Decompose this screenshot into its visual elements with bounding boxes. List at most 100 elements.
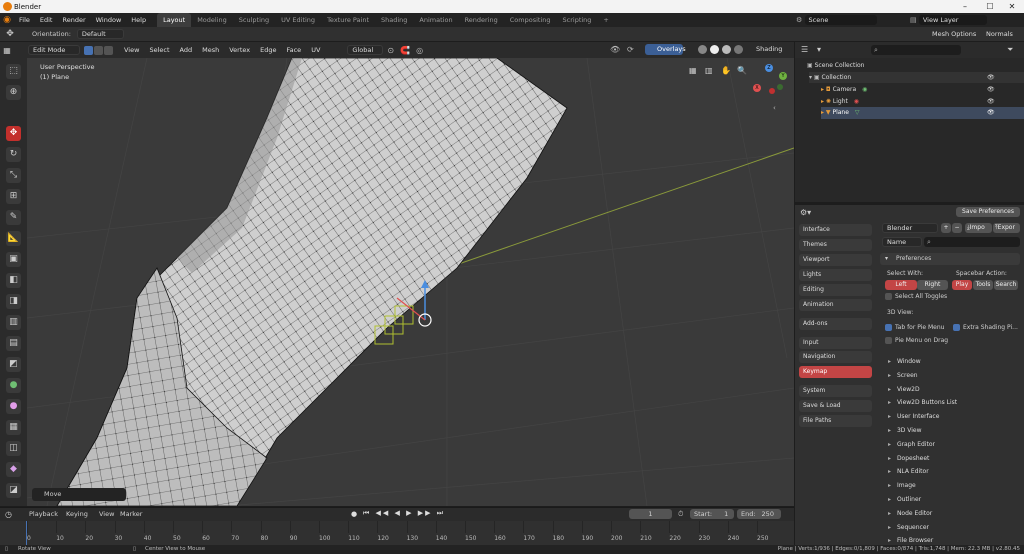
orientation-dropdown[interactable]: Default — [77, 29, 124, 39]
move-tool-button-icon[interactable]: ✥ — [6, 126, 21, 141]
collection-row[interactable]: ▾ ▣ Collection 👁 — [809, 72, 1024, 83]
preview-range-icon[interactable]: ⏱ — [678, 510, 683, 519]
pie-menu-on-drag-checkbox[interactable]: Pie Menu on Drag — [885, 337, 948, 344]
mode-dropdown[interactable]: Edit Mode — [28, 45, 80, 55]
end-frame-field[interactable]: End:250 — [737, 509, 781, 519]
pref-cat-viewport[interactable]: Viewport — [799, 254, 872, 266]
pref-cat-navigation[interactable]: Navigation — [799, 351, 872, 363]
scene-selector[interactable]: ⚙ Scene — [796, 15, 906, 25]
pref-cat-addons[interactable]: Add-ons — [799, 318, 872, 330]
keymap-item[interactable]: ▸ Outliner — [888, 496, 921, 503]
zoom-view-icon[interactable]: 🔍 — [737, 66, 747, 75]
viewport-canvas[interactable] — [27, 58, 794, 506]
shrink-tool-icon[interactable]: ◫ — [6, 441, 21, 456]
select-box-tool-icon[interactable]: ⬚ — [6, 64, 21, 79]
rip-tool-icon[interactable]: ◪ — [6, 483, 21, 498]
editor-type-icon[interactable]: ▦ — [0, 46, 14, 55]
close-button[interactable]: ✕ — [1002, 0, 1022, 13]
tab-texture-paint[interactable]: Texture Paint — [321, 13, 375, 27]
spin-tool-icon[interactable]: ● — [6, 378, 21, 393]
cursor-tool-icon[interactable]: ⊕ — [6, 85, 21, 100]
bevel-tool-icon[interactable]: ◨ — [6, 294, 21, 309]
current-frame-field[interactable]: 1 — [629, 509, 672, 519]
select-left-button[interactable]: Left — [885, 280, 917, 290]
shading-dropdown[interactable]: Shading — [756, 45, 782, 53]
solid-shading-icon[interactable] — [710, 45, 719, 54]
transform-orientation-dropdown[interactable]: Global — [347, 45, 383, 55]
visibility-icon[interactable]: 👁 — [610, 45, 620, 54]
snap-icon[interactable]: 🧲 — [400, 46, 410, 55]
pref-cat-editing[interactable]: Editing — [799, 284, 872, 296]
menu-file[interactable]: File — [14, 13, 35, 27]
transform-tool-icon[interactable]: ⊞ — [6, 189, 21, 204]
keymap-preset-dropdown[interactable]: Blender — [882, 223, 938, 233]
vp-menu-face[interactable]: Face — [281, 43, 306, 57]
keymap-item[interactable]: ▸ NLA Editor — [888, 468, 929, 475]
outliner-search-input[interactable]: ⌕ — [871, 45, 961, 55]
keymap-item[interactable]: ▸ File Browser — [888, 537, 933, 544]
plane-eye-icon[interactable]: 👁 — [987, 107, 995, 119]
tab-shading[interactable]: Shading — [375, 13, 413, 27]
start-frame-field[interactable]: Start:1 — [690, 509, 734, 519]
gizmo-toggle-icon[interactable]: ⟳ — [627, 45, 634, 54]
menu-edit[interactable]: Edit — [35, 13, 58, 27]
material-shading-icon[interactable] — [722, 45, 731, 54]
overlays-toggle[interactable]: Overlays — [645, 44, 683, 55]
outliner-filter-icon[interactable]: ⏷ — [1007, 45, 1013, 55]
blender-menu-icon[interactable]: ◉ — [0, 13, 14, 27]
extra-shading-pie-checkbox[interactable]: Extra Shading Pi... — [953, 324, 1018, 331]
vp-menu-edge[interactable]: Edge — [255, 43, 281, 57]
tab-compositing[interactable]: Compositing — [504, 13, 557, 27]
annotate-tool-icon[interactable]: ✎ — [6, 210, 21, 225]
edge-select-icon[interactable] — [94, 46, 103, 55]
tab-pie-menu-checkbox[interactable]: Tab for Pie Menu — [885, 324, 944, 331]
maximize-button[interactable]: ☐ — [980, 0, 1000, 13]
light-eye-icon[interactable]: 👁 — [987, 96, 995, 107]
remove-preset-icon[interactable]: − — [952, 223, 962, 233]
tab-modeling[interactable]: Modeling — [191, 13, 233, 27]
face-select-icon[interactable] — [104, 46, 113, 55]
scene-name[interactable]: Scene — [805, 15, 877, 25]
timeline-menu-view[interactable]: View — [99, 510, 114, 518]
timeline-menu-playback[interactable]: Playback — [29, 510, 58, 518]
rotate-tool-icon[interactable]: ↻ — [6, 147, 21, 162]
keymap-item[interactable]: ▸ Image — [888, 482, 916, 489]
save-preferences-button[interactable]: Save Preferences — [956, 207, 1020, 217]
view-layer-selector[interactable]: ▤ View Layer — [910, 15, 1022, 25]
timeline-ruler[interactable]: 0102030405060708090100110120130140150160… — [0, 521, 794, 546]
timeline-editor-icon[interactable]: ◷ — [5, 510, 12, 519]
tab-rendering[interactable]: Rendering — [459, 13, 504, 27]
knife-tool-icon[interactable]: ▤ — [6, 336, 21, 351]
pref-cat-interface[interactable]: Interface — [799, 224, 872, 236]
outliner-item-light[interactable]: ▸ ✺ Light ◉ 👁 — [821, 96, 1024, 107]
rendered-shading-icon[interactable] — [734, 45, 743, 54]
tab-layout[interactable]: Layout — [157, 13, 191, 27]
poly-build-tool-icon[interactable]: ◩ — [6, 357, 21, 372]
vp-menu-view[interactable]: View — [119, 43, 144, 57]
pref-cat-lights[interactable]: Lights — [799, 269, 872, 281]
pref-cat-keymap[interactable]: Keymap — [799, 366, 872, 378]
last-operator-panel[interactable]: Move — [32, 488, 126, 501]
grid-view-icon[interactable]: ▥ — [705, 66, 713, 75]
proportional-edit-icon[interactable]: ◎ — [416, 46, 423, 55]
vp-menu-select[interactable]: Select — [144, 43, 174, 57]
menu-render[interactable]: Render — [57, 13, 90, 27]
camera-eye-icon[interactable]: 👁 — [987, 84, 995, 95]
outliner-item-plane[interactable]: ▸ ▼ Plane ▽ 👁 — [821, 107, 1024, 119]
keymap-item[interactable]: ▸ Node Editor — [888, 510, 932, 517]
add-workspace-button[interactable]: + — [597, 13, 614, 27]
export-button[interactable]: ⤒Expor — [993, 223, 1020, 233]
collection-eye-icon[interactable]: 👁 — [987, 72, 995, 83]
edge-slide-tool-icon[interactable]: ▦ — [6, 420, 21, 435]
axis-x-icon[interactable]: X — [753, 84, 761, 92]
filter-icon[interactable]: ▾ — [817, 45, 821, 54]
preferences-panel-header[interactable]: ▾ Preferences — [880, 253, 1020, 265]
extrude-tool-icon[interactable]: ▣ — [6, 252, 21, 267]
keymap-item[interactable]: ▸ Graph Editor — [888, 441, 935, 448]
pivot-icon[interactable]: ⊙ — [387, 46, 394, 55]
keymap-item[interactable]: ▸ Sequencer — [888, 524, 929, 531]
keymap-item[interactable]: ▸ View2D — [888, 386, 920, 393]
pan-view-icon[interactable]: ✋ — [721, 66, 731, 75]
keymap-item[interactable]: ▸ User Interface — [888, 413, 939, 420]
axis-z-icon[interactable]: Z — [765, 64, 773, 72]
